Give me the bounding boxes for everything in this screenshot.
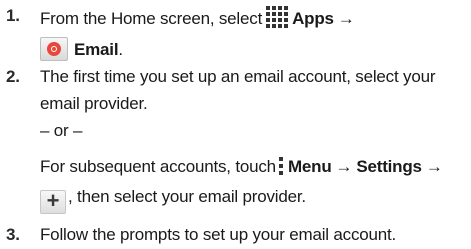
step-number: 2. — [6, 67, 20, 86]
step-text: From the Home screen, select — [40, 9, 263, 28]
step-text: The first time you set up an email accou… — [40, 67, 436, 86]
apps-label: Apps — [292, 9, 334, 28]
email-icon — [40, 37, 68, 61]
step-number: 1. — [6, 6, 20, 25]
plus-icon: + — [40, 190, 66, 214]
step-text: Follow the prompts to set up your email … — [40, 225, 397, 244]
step-2-or: – or – — [40, 121, 82, 141]
arrow: → — [425, 157, 443, 176]
step-2-line-4: For subsequent accounts, touch Menu → Setti… — [40, 157, 447, 177]
step-1-line-1: 1. From the Home screen, select Apps → — [6, 6, 359, 29]
step-2-line-2: email provider. — [40, 94, 148, 114]
settings-label: Settings — [356, 157, 422, 176]
step-3-line-1: 3. Follow the prompts to set up your emai… — [6, 225, 397, 245]
step-1-line-2: Email. — [40, 37, 123, 61]
arrow: → — [337, 9, 355, 28]
apps-grid-icon — [266, 6, 289, 28]
or-separator: – or – — [40, 121, 83, 140]
step-2-line-5: +, then select your email provider. — [40, 187, 306, 214]
step-text: For subsequent accounts, touch — [40, 157, 276, 176]
arrow: → — [335, 157, 353, 176]
email-label: Email — [74, 40, 119, 59]
period: . — [118, 40, 123, 59]
menu-label: Menu — [287, 157, 332, 176]
step-number: 3. — [6, 225, 20, 244]
step-text: , then select your email provider. — [68, 187, 306, 206]
menu-icon — [278, 157, 284, 175]
step-2-line-1: 2. The first time you set up an email acc… — [6, 67, 436, 87]
step-text: email provider. — [40, 94, 148, 113]
